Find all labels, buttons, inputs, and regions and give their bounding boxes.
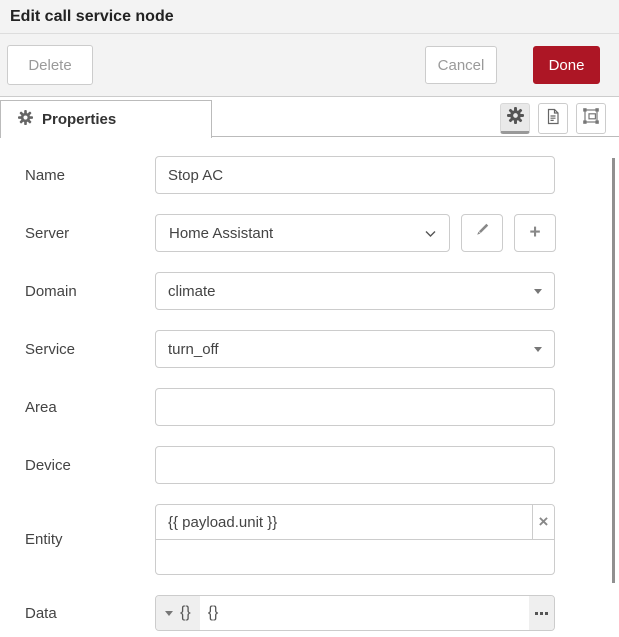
remove-entity-button[interactable]: × <box>532 505 554 539</box>
service-input[interactable] <box>155 330 555 368</box>
description-toolbar-button[interactable] <box>538 103 568 134</box>
service-label: Service <box>0 341 155 358</box>
dialog-header: Edit call service node <box>0 0 619 34</box>
server-label: Server <box>0 225 155 242</box>
domain-row: Domain <box>0 272 619 310</box>
area-input[interactable] <box>155 388 555 426</box>
tab-properties[interactable]: Properties <box>0 100 212 138</box>
caret-down-icon[interactable] <box>534 347 542 352</box>
chevron-down-icon <box>425 225 436 242</box>
vertical-scrollbar-thumb[interactable] <box>612 158 615 583</box>
entity-list: {{ payload.unit }} × <box>155 504 555 575</box>
area-label: Area <box>0 399 155 416</box>
domain-input[interactable] <box>155 272 555 310</box>
area-row: Area <box>0 388 619 426</box>
server-select[interactable]: Home Assistant <box>155 214 450 252</box>
caret-down-icon[interactable] <box>534 289 542 294</box>
data-typed-input: {} <box>155 595 555 631</box>
properties-form: Name Server Home Assistant <box>0 137 619 631</box>
device-row: Device <box>0 446 619 484</box>
edit-node-dialog: Edit call service node Delete Cancel Don… <box>0 0 619 637</box>
tab-properties-label: Properties <box>42 111 116 128</box>
data-label: Data <box>0 605 155 622</box>
ellipsis-icon <box>545 612 548 615</box>
entity-label: Entity <box>0 531 155 548</box>
dialog-title: Edit call service node <box>10 8 174 26</box>
gear-icon <box>507 107 524 129</box>
server-select-value: Home Assistant <box>169 225 425 242</box>
name-row: Name <box>0 156 619 194</box>
file-document-icon <box>545 108 561 130</box>
data-row: Data {} <box>0 595 619 631</box>
server-row: Server Home Assistant <box>0 214 619 252</box>
appearance-toolbar-button[interactable] <box>576 103 606 134</box>
json-braces-icon: {} <box>180 604 191 622</box>
gear-icon <box>18 110 33 129</box>
entity-empty-slot[interactable] <box>156 540 554 574</box>
server-edit-button[interactable] <box>461 214 503 252</box>
entity-item-value[interactable]: {{ payload.unit }} <box>156 505 532 539</box>
done-button[interactable]: Done <box>533 46 600 84</box>
service-row: Service <box>0 330 619 368</box>
device-label: Device <box>0 457 155 474</box>
data-value-input[interactable] <box>200 596 529 630</box>
server-add-button[interactable]: + <box>514 214 556 252</box>
caret-down-icon <box>165 611 173 616</box>
entity-list-item: {{ payload.unit }} × <box>156 505 554 540</box>
properties-toolbar-button[interactable] <box>500 103 530 134</box>
x-icon: × <box>539 512 549 532</box>
delete-button[interactable]: Delete <box>7 45 93 85</box>
ellipsis-icon <box>535 612 538 615</box>
expand-editor-button[interactable] <box>529 596 554 630</box>
domain-combo <box>155 272 555 310</box>
entity-row: Entity {{ payload.unit }} × <box>0 504 619 575</box>
cancel-button[interactable]: Cancel <box>425 46 497 84</box>
data-type-select-button[interactable]: {} <box>156 596 200 630</box>
editor-toolbar <box>500 103 606 134</box>
name-label: Name <box>0 167 155 184</box>
node-appearance-icon <box>582 107 600 130</box>
domain-label: Domain <box>0 283 155 300</box>
pencil-icon <box>474 222 490 244</box>
name-input[interactable] <box>155 156 555 194</box>
tab-bar: Properties <box>0 97 619 137</box>
service-combo <box>155 330 555 368</box>
device-input[interactable] <box>155 446 555 484</box>
action-button-bar: Delete Cancel Done <box>0 34 619 97</box>
ellipsis-icon <box>540 612 543 615</box>
